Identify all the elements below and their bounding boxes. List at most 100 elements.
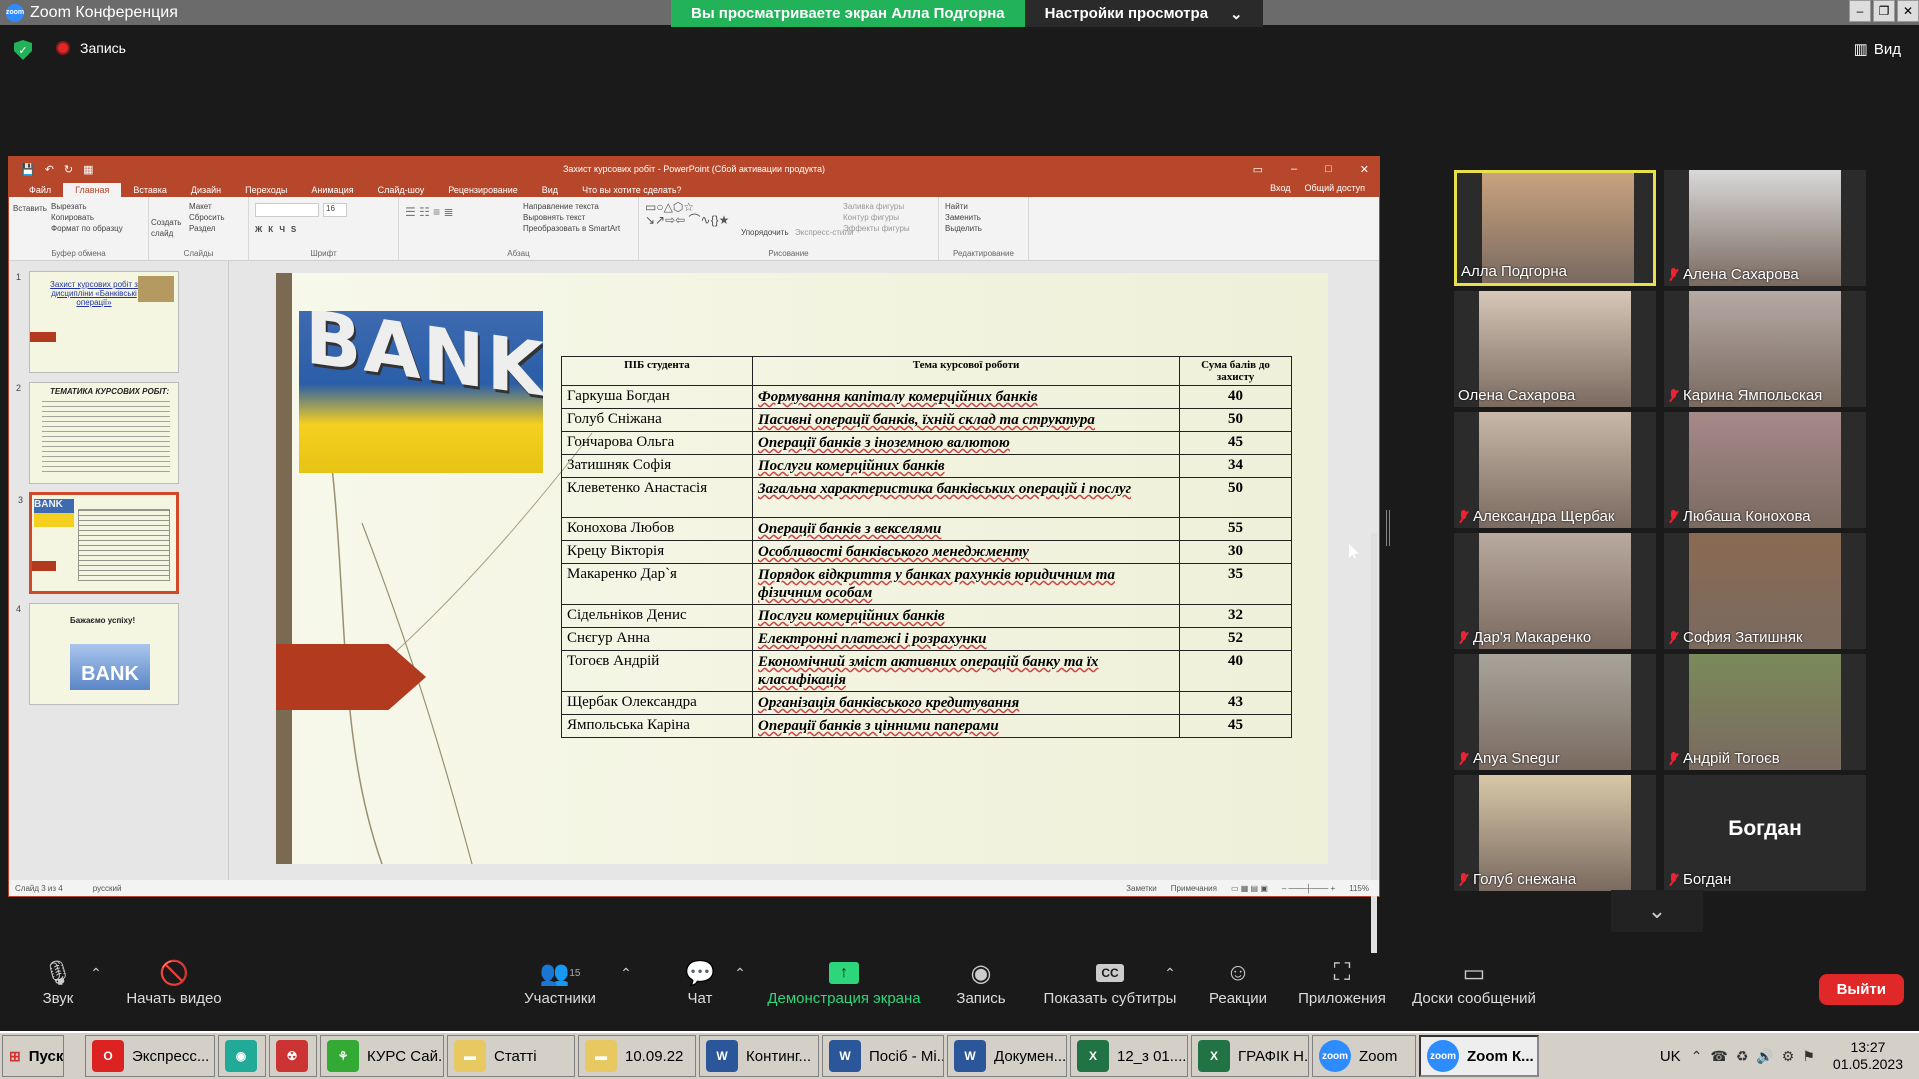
close-button[interactable]: ✕ [1897,0,1919,22]
redo-icon[interactable]: ↻ [64,163,73,176]
tab-insert[interactable]: Вставка [121,183,178,197]
taskbar-item[interactable]: ▬ 10.09.22 [578,1035,696,1077]
tell-me-search[interactable]: Что вы хотите сделать? [570,183,694,197]
language-indicator[interactable]: русский [93,884,122,893]
login-link[interactable]: Вход [1270,183,1290,193]
grades-table[interactable]: ПІБ студента Тема курсової роботи Сума б… [561,356,1292,738]
slide-thumb-4[interactable]: 4 Бажаємо успіху! BANK [16,603,179,705]
align-text-button[interactable]: Выровнять текст [523,212,620,223]
comments-button[interactable]: Примечания [1171,884,1217,893]
new-slide-button[interactable]: Создать слайд [151,217,185,239]
captions-button[interactable]: CC Показать субтитры [1040,956,1180,1007]
leave-meeting-button[interactable]: Выйти [1818,974,1904,1005]
taskbar-item[interactable]: zoom Zoom [1312,1035,1416,1077]
participant-tile[interactable]: Алена Сахарова [1664,170,1866,286]
format-painter-button[interactable]: Формат по образцу [51,223,123,234]
participant-tile[interactable]: Олена Сахарова [1454,291,1656,407]
shape-outline-button[interactable]: Контур фигуры [843,212,910,223]
text-direction-button[interactable]: Направление текста [523,201,620,212]
participant-tile[interactable]: Дар'я Макаренко [1454,533,1656,649]
ppt-minimize-button[interactable]: – [1291,163,1297,176]
participant-tile[interactable]: Алла Подгорна [1454,170,1656,286]
ribbon-display-icon[interactable]: ▭ [1253,163,1263,176]
taskbar-item[interactable]: zoom Zoom К... [1419,1035,1539,1077]
zoom-level[interactable]: 115% [1349,884,1369,893]
participant-tile[interactable]: Андрій Тогоєв [1664,654,1866,770]
view-button[interactable]: ▥ Вид [1854,40,1901,59]
start-video-button[interactable]: 🚫 Начать видео [124,956,224,1008]
zoom-slider[interactable]: – ───┼─── + [1282,884,1335,893]
tab-view[interactable]: Вид [530,183,570,197]
taskbar-item[interactable]: W Докумен... [947,1035,1067,1077]
participant-tile[interactable]: Anya Snegur [1454,654,1656,770]
chevron-down-icon[interactable]: ⌄ [1611,890,1703,932]
taskbar-item[interactable]: X ГРАФІК Н... [1191,1035,1309,1077]
slide-thumb-1[interactable]: 1 Захист курсових робіт з дисципліни «Ба… [16,271,179,373]
arrange-button[interactable]: Упорядочить [741,227,789,238]
cut-button[interactable]: Вырезать [51,201,123,212]
taskbar-item[interactable]: W Посіб - Мі... [822,1035,944,1077]
participants-options-button[interactable]: ⌃ [618,956,634,990]
section-button[interactable]: Раздел [189,223,225,234]
tab-file[interactable]: Файл [17,183,63,197]
taskbar-item[interactable]: ◉ [218,1035,266,1077]
minimize-button[interactable]: – [1849,0,1871,22]
tab-review[interactable]: Рецензирование [436,183,530,197]
record-button[interactable]: ◉ Запись [956,956,1006,1008]
participant-tile[interactable]: Александра Щербак [1454,412,1656,528]
language-indicator[interactable]: UK [1660,1048,1681,1065]
taskbar-item[interactable]: ⚘ КУРС Сай... [320,1035,444,1077]
notes-button[interactable]: Заметки [1126,884,1157,893]
shape-fill-button[interactable]: Заливка фигуры [843,201,910,212]
slide-thumb-3[interactable]: 3 BANK [18,492,179,594]
current-slide[interactable]: BANK ПІБ студента Тема курсової роботи С… [276,273,1328,864]
ppt-maximize-button[interactable]: □ [1325,163,1332,176]
start-button[interactable]: ⊞ Пуск [2,1035,64,1077]
reactions-button[interactable]: ☺ Реакции [1204,956,1272,1007]
ppt-close-button[interactable]: ✕ [1360,163,1369,176]
participant-tile[interactable]: Любаша Конохова [1664,412,1866,528]
font-style-icons[interactable]: ЖКЧS [255,225,302,234]
chat-button[interactable]: 💬 Чат [680,956,720,1008]
apps-button[interactable]: ⛶ Приложения [1294,956,1390,1007]
taskbar-item[interactable]: X 12_з 01.... [1070,1035,1188,1077]
undo-icon[interactable]: ↶ [45,163,54,176]
split-handle[interactable] [1386,510,1390,546]
chat-options-button[interactable]: ⌃ [732,956,748,990]
tab-design[interactable]: Дизайн [179,183,233,197]
shape-effects-button[interactable]: Эффекты фигуры [843,223,910,234]
view-options-button[interactable]: Настройки просмотра ⌄ [1024,0,1263,27]
font-size-field[interactable]: 16 [323,203,347,217]
tab-home[interactable]: Главная [63,183,122,197]
tray-icons[interactable]: ⌃☎♻🔊⚙⚑ [1691,1048,1823,1065]
whiteboards-button[interactable]: ▭ Доски сообщений [1408,956,1540,1008]
share-screen-button[interactable]: ↑ Демонстрация экрана [764,956,924,1007]
view-mode-icons[interactable]: ▭ ▦ ▤ ▣ [1231,884,1268,893]
list-icons[interactable]: ☰ ☷ ≡ ≣ [405,205,454,219]
audio-options-button[interactable]: ⌃ [88,956,104,990]
select-button[interactable]: Выделить [945,223,1022,234]
font-name-field[interactable] [255,203,319,217]
security-shield-icon[interactable]: ✓ [14,40,32,60]
participant-tile[interactable]: София Затишняк [1664,533,1866,649]
replace-button[interactable]: Заменить [945,212,1022,223]
taskbar-item[interactable]: ▬ Статті [447,1035,575,1077]
share-button[interactable]: Общий доступ [1305,183,1365,193]
clock[interactable]: 13:27 01.05.2023 [1833,1039,1903,1073]
maximize-button[interactable]: ❐ [1873,0,1895,22]
reset-button[interactable]: Сбросить [189,212,225,223]
taskbar-item[interactable]: W Континг... [699,1035,819,1077]
present-icon[interactable]: ▦ [83,163,93,176]
tab-animations[interactable]: Анимация [299,183,365,197]
captions-options-button[interactable]: ⌃ [1162,956,1178,990]
slide-thumb-2[interactable]: 2 ТЕМАТИКА КУРСОВИХ РОБІТ: [16,382,179,484]
paste-button[interactable]: Вставить [13,203,47,214]
save-icon[interactable]: 💾 [21,163,35,176]
audio-button[interactable]: 🎙 Звук [40,956,76,1008]
layout-button[interactable]: Макет [189,201,225,212]
participants-button[interactable]: 👥 15 Участники [520,956,600,1008]
copy-button[interactable]: Копировать [51,212,123,223]
participant-tile[interactable]: Богдан Богдан [1664,775,1866,891]
taskbar-item[interactable]: O Экспресс... [85,1035,215,1077]
smartart-button[interactable]: Преобразовать в SmartArt [523,223,620,234]
